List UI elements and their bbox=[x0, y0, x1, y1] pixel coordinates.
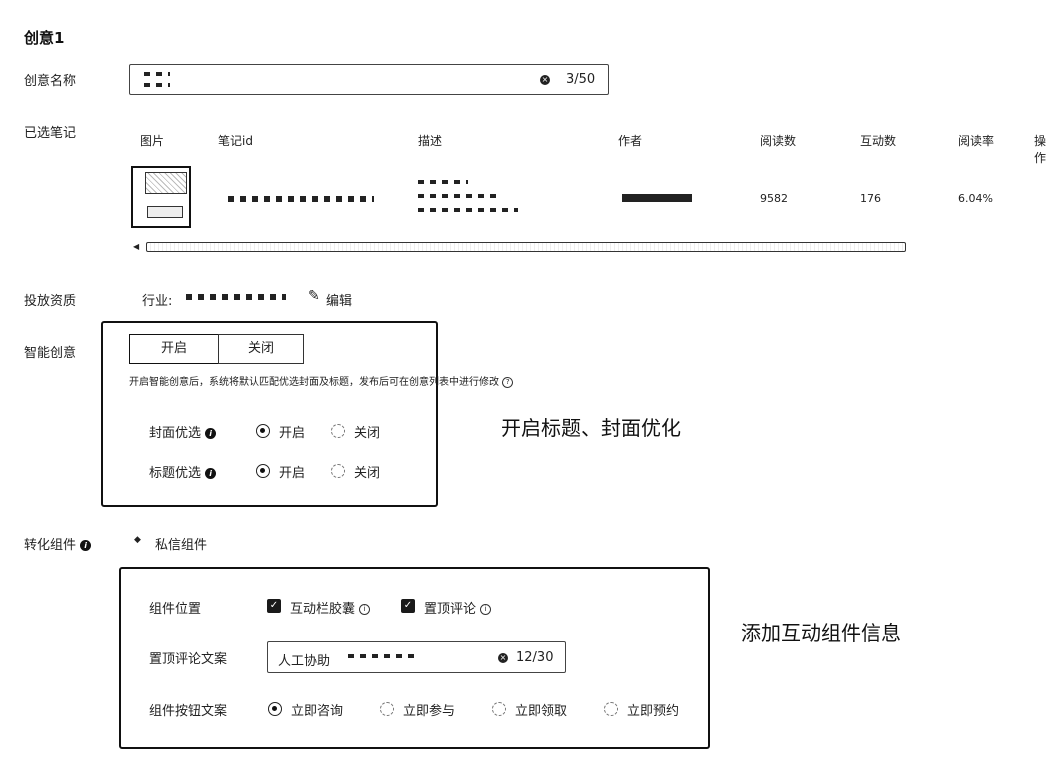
button-option-book[interactable]: 立即预约 bbox=[627, 700, 679, 719]
title-on-label[interactable]: 开启 bbox=[279, 462, 305, 481]
col-note-id: 笔记id bbox=[218, 134, 253, 148]
smart-creative-label: 智能创意 bbox=[24, 346, 77, 361]
cover-on-label[interactable]: 开启 bbox=[279, 422, 305, 441]
annotation-smart: 开启标题、封面优化 bbox=[501, 416, 681, 440]
col-actions: 操作 bbox=[1034, 134, 1047, 165]
section-title: 创意1 bbox=[24, 29, 65, 47]
redacted-note-id bbox=[228, 196, 374, 202]
cell-read-rate: 6.04% bbox=[958, 192, 993, 205]
cover-radio-off[interactable] bbox=[331, 424, 345, 438]
smart-hint: 开启智能创意后，系统将默认匹配优选封面及标题，发布后可在创意列表中进行修改 bbox=[129, 377, 499, 388]
info-icon[interactable]: i bbox=[80, 540, 92, 551]
col-description: 描述 bbox=[418, 134, 443, 148]
info-icon[interactable]: i bbox=[359, 604, 371, 615]
smart-off-button[interactable]: 关闭 bbox=[218, 334, 304, 364]
cell-reads: 9582 bbox=[760, 192, 788, 205]
note-thumbnail[interactable] bbox=[131, 166, 191, 228]
button-radio-consult[interactable] bbox=[268, 702, 282, 716]
button-option-consult[interactable]: 立即咨询 bbox=[291, 700, 343, 719]
col-reads: 阅读数 bbox=[760, 134, 797, 148]
clear-icon[interactable]: × bbox=[540, 75, 550, 85]
cell-interactions: 176 bbox=[860, 192, 881, 205]
creative-name-input[interactable]: × 3/50 bbox=[129, 64, 609, 95]
scroll-left-icon[interactable]: ◀ bbox=[133, 242, 139, 251]
edit-icon[interactable]: ✎ bbox=[308, 288, 320, 304]
button-text-label: 组件按钮文案 bbox=[149, 704, 228, 719]
name-counter: 3/50 bbox=[566, 72, 596, 87]
title-optimize-label: 标题优选 bbox=[149, 466, 202, 481]
title-off-label[interactable]: 关闭 bbox=[354, 462, 380, 481]
button-radio-book[interactable] bbox=[604, 702, 618, 716]
selected-notes-label: 已选笔记 bbox=[24, 126, 77, 141]
redacted-industry bbox=[186, 294, 286, 300]
col-author: 作者 bbox=[618, 134, 643, 148]
pinned-text-value: 人工协助 bbox=[278, 654, 331, 669]
button-option-claim[interactable]: 立即领取 bbox=[515, 700, 567, 719]
position-label: 组件位置 bbox=[149, 602, 202, 617]
clear-icon[interactable]: × bbox=[498, 653, 508, 663]
checkbox-capsule[interactable]: ✓ bbox=[267, 599, 281, 613]
col-read-rate: 阅读率 bbox=[958, 134, 995, 148]
annotation-component: 添加互动组件信息 bbox=[741, 621, 901, 645]
redacted-author bbox=[622, 194, 692, 202]
component-radio-icon[interactable]: ◆ bbox=[134, 535, 141, 545]
button-radio-join[interactable] bbox=[380, 702, 394, 716]
redacted-description bbox=[418, 194, 498, 198]
redacted-description bbox=[418, 208, 518, 212]
capsule-option-label[interactable]: 互动栏胶囊 bbox=[290, 602, 355, 617]
redacted-text bbox=[348, 654, 418, 658]
redacted-text bbox=[144, 83, 170, 87]
checkbox-pinned-comment[interactable]: ✓ bbox=[401, 599, 415, 613]
title-radio-on[interactable] bbox=[256, 464, 270, 478]
col-interactions: 互动数 bbox=[860, 134, 897, 148]
component-name: 私信组件 bbox=[155, 538, 208, 553]
pinned-option-label[interactable]: 置顶评论 bbox=[424, 602, 476, 617]
edit-link[interactable]: 编辑 bbox=[326, 290, 352, 309]
cover-off-label[interactable]: 关闭 bbox=[354, 422, 380, 441]
info-icon[interactable]: i bbox=[205, 428, 217, 439]
conversion-label: 转化组件 bbox=[24, 538, 77, 553]
button-radio-claim[interactable] bbox=[492, 702, 506, 716]
col-image: 图片 bbox=[140, 134, 165, 148]
info-icon[interactable]: i bbox=[480, 604, 492, 615]
redacted-description bbox=[418, 180, 468, 184]
help-icon[interactable]: ? bbox=[502, 376, 514, 388]
table-scrollbar[interactable] bbox=[146, 242, 906, 252]
creative-name-label: 创意名称 bbox=[24, 74, 77, 89]
info-icon[interactable]: i bbox=[205, 468, 217, 479]
pinned-text-label: 置顶评论文案 bbox=[149, 652, 228, 667]
smart-on-button[interactable]: 开启 bbox=[129, 334, 219, 364]
qualification-label: 投放资质 bbox=[24, 294, 77, 309]
redacted-text bbox=[144, 72, 170, 76]
cover-optimize-label: 封面优选 bbox=[149, 426, 202, 441]
title-radio-off[interactable] bbox=[331, 464, 345, 478]
pinned-counter: 12/30 bbox=[516, 650, 554, 665]
pinned-text-input[interactable]: 人工协助 × 12/30 bbox=[267, 641, 566, 673]
industry-label: 行业: bbox=[142, 294, 173, 309]
cover-radio-on[interactable] bbox=[256, 424, 270, 438]
button-option-join[interactable]: 立即参与 bbox=[403, 700, 455, 719]
